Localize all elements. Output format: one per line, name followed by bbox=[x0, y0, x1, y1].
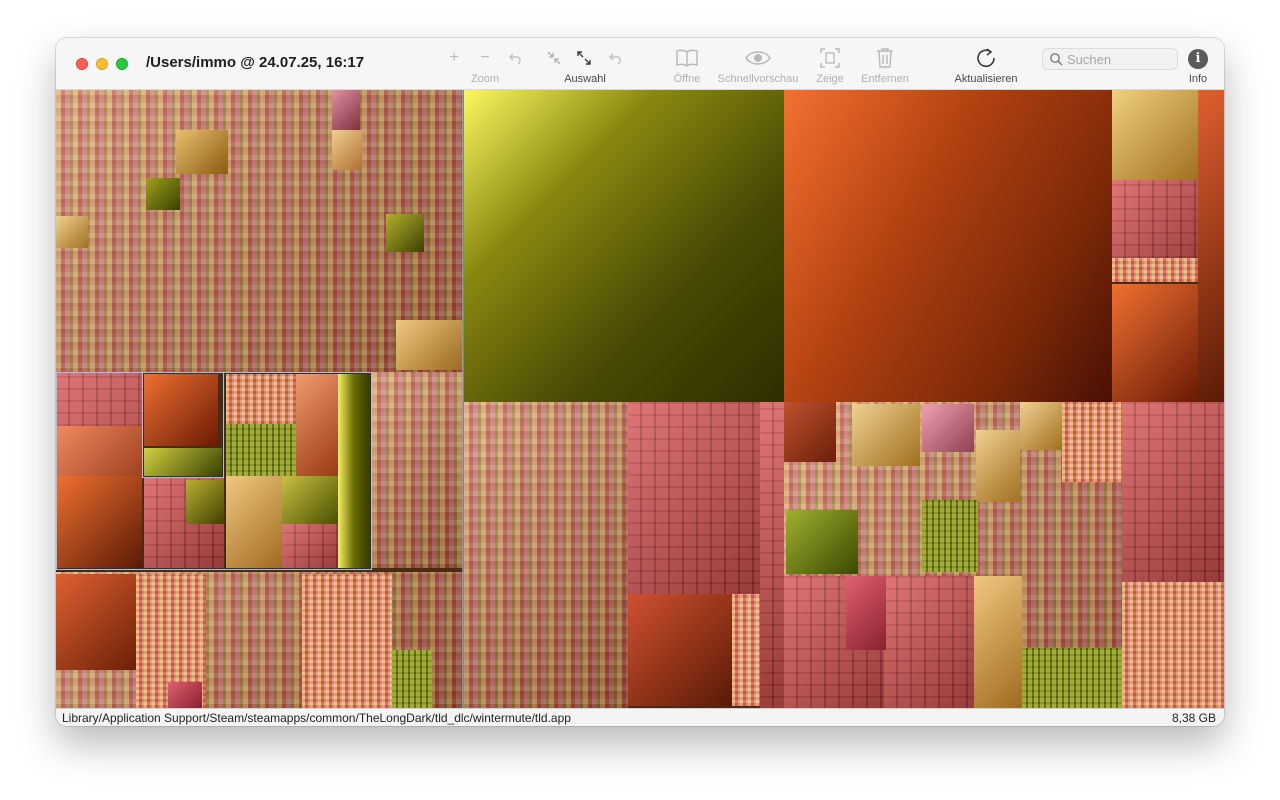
selection-back-icon[interactable] bbox=[608, 51, 624, 69]
treemap-block[interactable] bbox=[628, 594, 732, 706]
treemap-block[interactable] bbox=[144, 448, 222, 476]
treemap-block[interactable] bbox=[1112, 258, 1198, 282]
treemap-block[interactable] bbox=[1112, 284, 1198, 402]
treemap-block[interactable] bbox=[176, 130, 228, 174]
treemap-block[interactable] bbox=[282, 476, 338, 524]
treemap-block[interactable] bbox=[1112, 90, 1198, 180]
treemap-block[interactable] bbox=[884, 576, 974, 708]
expand-icon[interactable] bbox=[576, 51, 592, 69]
search-field[interactable] bbox=[1042, 48, 1178, 70]
oeffne-label: Öffne bbox=[673, 73, 701, 85]
treemap-block[interactable] bbox=[786, 510, 858, 574]
toolbar: /Users/immo @ 24.07.25, 16:17 + − Zoom A… bbox=[56, 38, 1224, 90]
treemap-block[interactable] bbox=[852, 404, 920, 466]
zoom-in-icon[interactable]: + bbox=[446, 50, 462, 66]
window-title: /Users/immo @ 24.07.25, 16:17 bbox=[146, 54, 365, 71]
treemap-block[interactable] bbox=[282, 524, 338, 568]
treemap-block[interactable] bbox=[296, 374, 338, 476]
treemap-block[interactable] bbox=[186, 480, 224, 524]
treemap-block[interactable] bbox=[56, 426, 142, 476]
eye-icon[interactable] bbox=[744, 49, 772, 71]
aktualisieren-label: Aktualisieren bbox=[954, 73, 1018, 85]
info-icon[interactable]: i bbox=[1188, 49, 1208, 69]
treemap-block[interactable] bbox=[56, 574, 136, 670]
search-input[interactable] bbox=[1067, 51, 1175, 67]
treemap-block[interactable] bbox=[226, 374, 296, 424]
treemap-block[interactable] bbox=[392, 650, 432, 708]
treemap-block[interactable] bbox=[56, 216, 88, 248]
schnellvorschau-label: Schnellvorschau bbox=[717, 73, 799, 85]
treemap-block[interactable] bbox=[1062, 402, 1122, 482]
treemap-block[interactable] bbox=[1198, 90, 1224, 402]
trash-icon[interactable] bbox=[874, 47, 896, 73]
book-icon[interactable] bbox=[674, 48, 700, 72]
treemap-block[interactable] bbox=[974, 576, 1022, 708]
reveal-icon[interactable] bbox=[819, 47, 841, 73]
treemap-block[interactable] bbox=[168, 682, 202, 708]
treemap-block[interactable] bbox=[1020, 402, 1062, 450]
auswahl-label: Auswahl bbox=[564, 73, 606, 85]
treemap[interactable] bbox=[56, 90, 1224, 708]
zoom-window-button[interactable] bbox=[116, 58, 128, 70]
treemap-block[interactable] bbox=[396, 320, 462, 370]
treemap-block[interactable] bbox=[372, 372, 463, 568]
treemap-block[interactable] bbox=[628, 402, 760, 594]
treemap-block[interactable] bbox=[1022, 648, 1122, 708]
shrink-icon[interactable] bbox=[546, 51, 562, 69]
treemap-block[interactable] bbox=[922, 500, 978, 572]
treemap-block-large-orange[interactable] bbox=[784, 90, 1112, 402]
status-size: 8,38 GB bbox=[1171, 711, 1216, 725]
status-path: Library/Application Support/Steam/steama… bbox=[62, 711, 571, 725]
zeige-label: Zeige bbox=[816, 73, 844, 85]
zoom-out-icon[interactable]: − bbox=[477, 50, 493, 66]
treemap-block[interactable] bbox=[846, 576, 886, 650]
treemap-block[interactable] bbox=[226, 476, 282, 568]
treemap-block[interactable] bbox=[784, 402, 836, 462]
treemap-block[interactable] bbox=[760, 402, 784, 708]
zoom-back-icon[interactable] bbox=[508, 51, 524, 69]
app-window: /Users/immo @ 24.07.25, 16:17 + − Zoom A… bbox=[56, 38, 1224, 726]
search-icon bbox=[1050, 53, 1063, 66]
treemap-block[interactable] bbox=[1122, 402, 1224, 582]
treemap-block[interactable] bbox=[732, 594, 760, 706]
close-window-button[interactable] bbox=[76, 58, 88, 70]
treemap-block[interactable] bbox=[144, 374, 218, 446]
treemap-block[interactable] bbox=[332, 130, 362, 170]
refresh-icon[interactable] bbox=[975, 47, 997, 73]
status-bar: Library/Application Support/Steam/steama… bbox=[56, 708, 1224, 726]
treemap-block-large-yellow[interactable] bbox=[464, 90, 784, 402]
treemap-block[interactable] bbox=[226, 424, 296, 476]
treemap-block[interactable] bbox=[56, 476, 142, 568]
treemap-block[interactable] bbox=[332, 90, 360, 130]
info-label: Info bbox=[1188, 73, 1208, 85]
zoom-label: Zoom bbox=[470, 73, 500, 85]
minimize-window-button[interactable] bbox=[96, 58, 108, 70]
treemap-block[interactable] bbox=[976, 430, 1020, 502]
treemap-block[interactable] bbox=[464, 402, 628, 708]
treemap-block[interactable] bbox=[922, 404, 974, 452]
treemap-block[interactable] bbox=[338, 374, 370, 568]
treemap-block[interactable] bbox=[146, 178, 180, 210]
treemap-block[interactable] bbox=[386, 214, 424, 252]
treemap-block[interactable] bbox=[1122, 582, 1224, 708]
treemap-block[interactable] bbox=[302, 574, 392, 708]
entfernen-label: Entfernen bbox=[861, 73, 909, 85]
